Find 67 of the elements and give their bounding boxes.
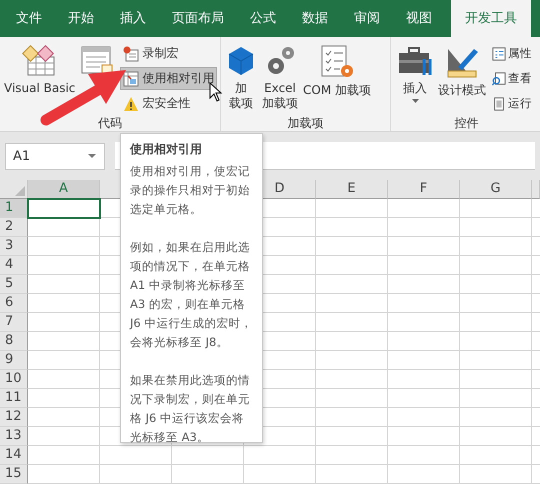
ribbon-button[interactable]: Excel 加载项 — [260, 42, 300, 115]
tooltip-text: 例如，如果在启用此选项的情况下，在单元格 A1 中录制将光标移至 A3 的宏，则在单元格 J6 中运行生成的宏时，会将光标移至 J8。 — [130, 239, 254, 351]
button-label: Visual Basic — [4, 81, 76, 96]
view-code-icon — [492, 72, 506, 86]
row-header[interactable]: 9 — [0, 351, 28, 370]
ribbon-button[interactable]: 插入 — [395, 42, 435, 115]
row-header[interactable]: 7 — [0, 313, 28, 332]
record-icon — [123, 46, 140, 62]
row-header[interactable]: 15 — [0, 465, 28, 484]
ribbon-button[interactable]: 运行 — [490, 92, 534, 115]
column-header[interactable]: F — [388, 180, 460, 199]
row-header[interactable]: 6 — [0, 294, 28, 313]
ribbon-button[interactable]: 使用相对引用 — [120, 67, 218, 90]
button-label: 载项 — [229, 96, 253, 111]
tooltip-title: 使用相对引用 — [130, 141, 203, 158]
button-label: 加 — [235, 81, 247, 96]
button-label: 加载项 — [262, 96, 298, 111]
select-all-icon — [15, 186, 25, 196]
column-header[interactable]: G — [460, 180, 532, 199]
ribbon-tab[interactable]: 数据 — [289, 0, 341, 37]
ribbon-tab[interactable]: 公式 — [237, 0, 289, 37]
ribbon-button[interactable]: 宏安全性 — [120, 92, 218, 115]
ribbon-button[interactable]: 录制宏 — [120, 42, 218, 65]
caret-icon — [88, 154, 96, 158]
column-header[interactable]: E — [316, 180, 388, 199]
group-label: 代码 — [97, 115, 123, 131]
ribbon-tab[interactable]: 开发工具 — [451, 0, 531, 37]
row-header[interactable]: 4 — [0, 256, 28, 275]
row-header[interactable]: 13 — [0, 427, 28, 446]
ribbon-tab[interactable]: 插入 — [107, 0, 159, 37]
dialog-icon — [492, 96, 506, 110]
group-label: 控件 — [454, 115, 480, 131]
row-header[interactable]: 3 — [0, 237, 28, 256]
name-box[interactable]: A1 — [5, 142, 105, 170]
mouse-cursor-icon — [209, 82, 223, 102]
row-header[interactable]: 10 — [0, 370, 28, 389]
ribbon-button[interactable]: 属性 — [490, 42, 534, 65]
ribbon-tab[interactable]: 开始 — [55, 0, 107, 37]
group-label: 加载项 — [286, 115, 324, 131]
button-label: COM 加载项 — [303, 83, 371, 98]
row-header[interactable]: 12 — [0, 408, 28, 427]
ribbon-button[interactable]: 设计模式 — [436, 42, 488, 115]
row-header[interactable]: 14 — [0, 446, 28, 465]
ribbon-button[interactable]: 加 载项 — [223, 42, 259, 115]
row-header[interactable]: 5 — [0, 275, 28, 294]
ribbon-tab[interactable]: 审阅 — [341, 0, 393, 37]
grid-icon — [123, 70, 140, 86]
button-label: Excel — [264, 81, 296, 96]
row-header[interactable]: 8 — [0, 332, 28, 351]
row-header[interactable]: 1 — [0, 199, 28, 218]
checklist-icon — [319, 45, 355, 79]
ribbon-tab[interactable]: 文件 — [3, 0, 55, 37]
ribbon-button[interactable]: 查看 — [490, 67, 534, 90]
column-header[interactable]: A — [28, 180, 100, 199]
ribbon-tab[interactable]: 视图 — [393, 0, 445, 37]
toolbox-icon — [397, 45, 433, 77]
properties-icon — [492, 46, 506, 60]
ribbon-button[interactable]: Visual Basic — [2, 42, 78, 115]
warning-icon — [123, 96, 140, 112]
row-header[interactable]: 11 — [0, 389, 28, 408]
tooltip-text: 如果在禁用此选项的情况下录制宏，则在单元格 J6 中运行该宏会将光标移至 A3。 — [130, 372, 251, 446]
button-label: 插入 — [403, 81, 427, 96]
row-header[interactable]: 2 — [0, 218, 28, 237]
ribbon-tab[interactable]: 页面布局 — [159, 0, 237, 37]
button-label: 设计模式 — [438, 83, 486, 98]
ribbon-button[interactable]: COM 加载项 — [301, 42, 373, 115]
selected-cell[interactable] — [27, 198, 101, 219]
